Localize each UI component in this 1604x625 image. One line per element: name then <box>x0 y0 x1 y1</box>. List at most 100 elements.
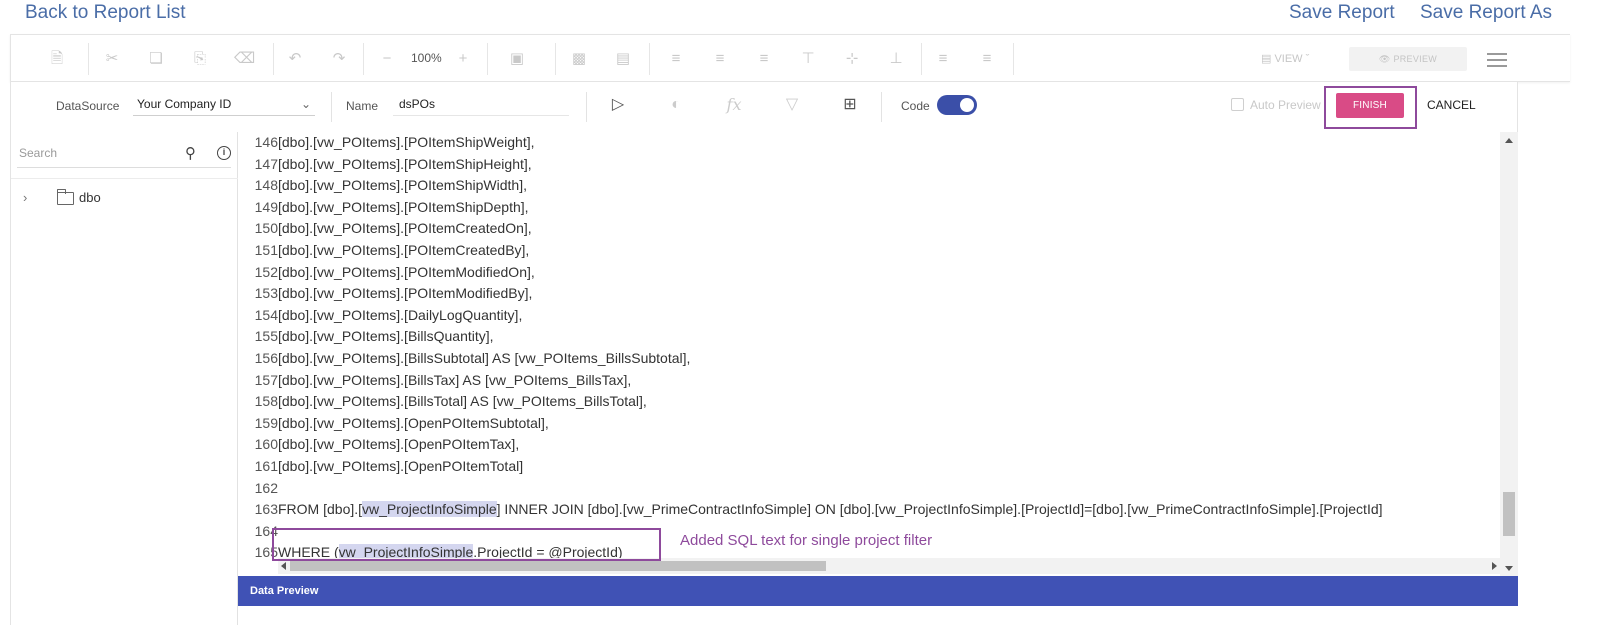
group-icon[interactable]: ▣ <box>507 49 527 69</box>
code-line: 150 [dbo].[vw_POItems].[POItemCreatedOn], <box>238 218 532 239</box>
designer-toolbar: 🗎 ✂ ❏ ⎘ ⌫ ↶ ↷ − 100% + ▣ ▩ ▤ ≡ ≡ ≡ ⊤ ⊹ ⊥… <box>10 34 1570 82</box>
line-number: 146 <box>254 134 278 150</box>
search-icon[interactable]: ⚲ <box>185 144 196 162</box>
code-text: [dbo].[vw_POItems].[POItemCreatedOn], <box>278 220 532 237</box>
code-line: 162 <box>238 478 278 499</box>
hamburger-menu-icon[interactable] <box>1487 53 1507 67</box>
line-number: 162 <box>254 479 278 496</box>
toolbar-separator <box>555 43 556 75</box>
name-label: Name <box>346 99 379 113</box>
delete-icon[interactable]: ⌫ <box>234 49 255 69</box>
save-report-link[interactable]: Save Report <box>1289 2 1395 24</box>
new-file-icon[interactable]: 🗎 <box>47 49 67 69</box>
line-number: 154 <box>254 306 278 323</box>
code-text: [dbo].[vw_POItems].[POItemCreatedBy], <box>278 242 530 258</box>
code-text: [dbo].[vw_POItems].[BillsTotal] AS [vw_P… <box>278 393 647 410</box>
schema-panel: Search ⚲ i › dbo <box>10 132 239 625</box>
filter-icon[interactable]: ▽ <box>781 94 803 116</box>
align-middle-icon[interactable]: ⊹ <box>842 49 862 69</box>
code-text: [dbo].[vw_POItems].[OpenPOItemSubtotal], <box>278 414 549 431</box>
align-bottom-icon[interactable]: ⊥ <box>886 49 906 69</box>
vertical-scrollbar[interactable] <box>1500 132 1518 576</box>
line-number: 163 <box>254 501 278 518</box>
parameters-icon[interactable]: ⊞ <box>839 94 861 116</box>
line-number: 155 <box>254 328 278 345</box>
preview-button[interactable]: 👁 PREVIEW <box>1349 47 1467 71</box>
undo-icon[interactable]: ↶ <box>285 49 305 69</box>
code-text: [dbo].[vw_POItems].[OpenPOItemTax], <box>278 436 520 453</box>
chevron-right-icon[interactable]: › <box>23 190 27 205</box>
align-left-icon[interactable]: ≡ <box>666 49 686 69</box>
zoom-in-icon[interactable]: + <box>453 49 473 69</box>
redo-icon[interactable]: ↷ <box>329 49 349 69</box>
separator <box>586 92 587 122</box>
info-icon[interactable]: i <box>217 146 231 160</box>
datasource-bar: DataSource Your Company ID ⌄ Name dsPOs … <box>10 82 1518 132</box>
folder-icon <box>56 189 74 205</box>
toggle-knob <box>960 98 974 112</box>
scroll-left-icon[interactable] <box>281 562 286 570</box>
zoom-level: 100% <box>411 51 442 65</box>
selection-highlight: vw_ProjectInfoSimple <box>362 501 497 518</box>
scroll-down-icon[interactable] <box>1505 566 1513 571</box>
cancel-button[interactable]: CANCEL <box>1427 98 1476 112</box>
copy-icon[interactable]: ❏ <box>146 49 166 69</box>
zoom-out-icon[interactable]: − <box>377 49 397 69</box>
line-number: 160 <box>254 436 278 453</box>
function-icon[interactable]: fx <box>723 94 745 116</box>
code-line: 156 [dbo].[vw_POItems].[BillsSubtotal] AS… <box>238 348 691 369</box>
data-preview-bar[interactable]: Data Preview <box>238 576 1518 606</box>
code-text: [dbo].[vw_POItems].[BillsTax] AS [vw_POI… <box>278 371 632 388</box>
code-line: 159 [dbo].[vw_POItems].[OpenPOItemSubtota… <box>238 413 549 434</box>
bring-front-icon[interactable]: ▩ <box>569 49 589 69</box>
align-center-icon[interactable]: ≡ <box>710 49 730 69</box>
cut-icon[interactable]: ✂ <box>102 49 122 69</box>
datasource-name-input[interactable]: dsPOs <box>393 94 569 116</box>
run-query-icon[interactable]: ▷ <box>607 94 629 116</box>
line-number: 156 <box>254 350 278 366</box>
toolbar-separator <box>88 43 89 75</box>
join-icon[interactable]: ◐ <box>665 94 687 116</box>
align-top-icon[interactable]: ⊤ <box>798 49 818 69</box>
sql-code-editor[interactable]: 146 [dbo].[vw_POItems].[POItemShipWeight]… <box>238 132 1518 576</box>
scroll-thumb[interactable] <box>1503 492 1515 536</box>
separator <box>881 92 882 122</box>
view-dropdown[interactable]: ▤ VIEW ˇ <box>1261 52 1309 65</box>
toolbar-separator <box>273 43 274 75</box>
separator <box>331 92 332 122</box>
line-number: 159 <box>254 414 278 431</box>
datasource-select[interactable]: Your Company ID ⌄ <box>133 94 315 116</box>
line-number: 152 <box>254 263 278 280</box>
code-line: 161 [dbo].[vw_POItems].[OpenPOItemTotal] <box>238 456 523 477</box>
code-line: 152 [dbo].[vw_POItems].[POItemModifiedOn]… <box>238 262 535 283</box>
tree-item-label: dbo <box>79 190 101 205</box>
code-text: [dbo].[vw_POItems].[BillsQuantity], <box>278 328 494 345</box>
schema-search: Search ⚲ i <box>17 142 231 168</box>
back-to-report-list-link[interactable]: Back to Report List <box>25 2 186 24</box>
size-width-icon[interactable]: ≡ <box>933 49 953 69</box>
align-right-icon[interactable]: ≡ <box>754 49 774 69</box>
save-report-as-link[interactable]: Save Report As <box>1420 2 1552 24</box>
code-line: 148 [dbo].[vw_POItems].[POItemShipWidth], <box>238 175 527 196</box>
size-height-icon[interactable]: ≡ <box>977 49 997 69</box>
auto-preview-label: Auto Preview <box>1250 98 1321 112</box>
scroll-up-icon[interactable] <box>1505 138 1513 143</box>
code-text: [dbo].[vw_POItems].[POItemShipWidth], <box>278 177 527 194</box>
code-line: 147 [dbo].[vw_POItems].[POItemShipHeight]… <box>238 154 532 175</box>
auto-preview-checkbox[interactable]: Auto Preview <box>1231 98 1321 112</box>
line-number: 161 <box>254 458 278 474</box>
line-number: 149 <box>254 198 278 215</box>
code-toggle[interactable] <box>937 95 977 115</box>
code-line: 149 [dbo].[vw_POItems].[POItemShipDepth], <box>238 197 529 218</box>
toolbar-separator <box>649 43 650 75</box>
finish-button[interactable]: FINISH <box>1336 93 1404 118</box>
view-label: VIEW <box>1274 53 1303 65</box>
search-input[interactable]: Search <box>19 146 57 160</box>
paste-icon[interactable]: ⎘ <box>190 49 210 69</box>
scroll-thumb[interactable] <box>290 561 826 571</box>
send-back-icon[interactable]: ▤ <box>613 49 633 69</box>
line-number: 148 <box>254 177 278 194</box>
scroll-right-icon[interactable] <box>1492 562 1497 570</box>
line-number: 153 <box>254 285 278 302</box>
code-text: [dbo].[vw_POItems].[POItemModifiedBy], <box>278 285 533 302</box>
